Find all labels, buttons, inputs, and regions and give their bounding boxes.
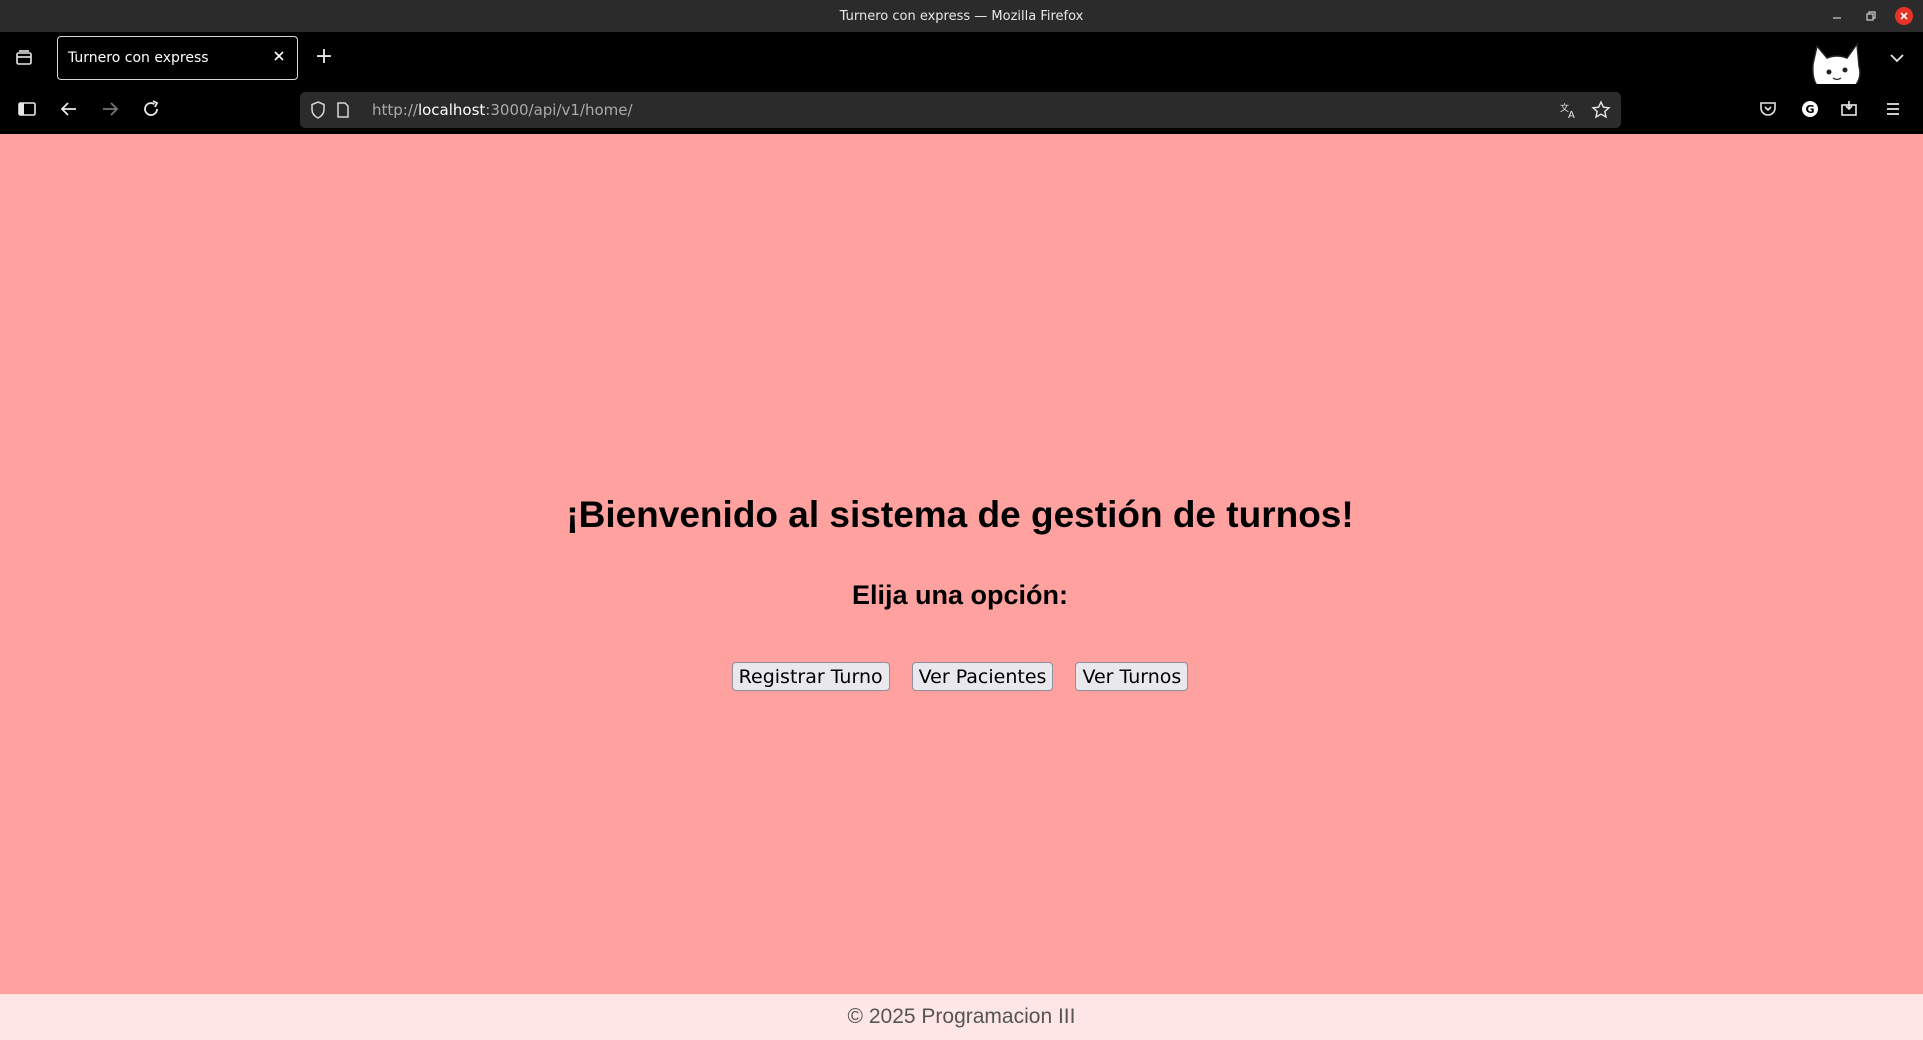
bookmark-star-icon[interactable] [1591, 100, 1611, 120]
page-title: ¡Bienvenido al sistema de gestión de tur… [566, 494, 1354, 535]
tab-strip: Turnero con express + [0, 32, 1923, 113]
grammarly-extension-icon[interactable]: G [1798, 97, 1822, 121]
window-controls [1827, 6, 1913, 26]
navigation-toolbar: http://localhost:3000/api/v1/home/ 文A G [0, 84, 1923, 134]
forward-arrow-icon[interactable] [98, 97, 122, 121]
registrar-turno-button[interactable]: Registrar Turno [731, 662, 890, 691]
window-titlebar: Turnero con express — Mozilla Firefox [0, 0, 1923, 32]
footer-copyright: © 2025 Programacion III [847, 1005, 1076, 1028]
reload-icon[interactable] [139, 97, 163, 121]
tab-active[interactable]: Turnero con express [57, 36, 298, 80]
tab-manager-icon[interactable] [12, 46, 36, 70]
window-title: Turnero con express — Mozilla Firefox [839, 8, 1084, 24]
hamburger-menu-icon[interactable] [1881, 97, 1905, 121]
page-content: ¡Bienvenido al sistema de gestión de tur… [0, 134, 1923, 994]
url-path: :3000/api/v1/home/ [485, 101, 633, 119]
tab-title: Turnero con express [68, 50, 209, 66]
translate-icon[interactable]: 文A [1559, 100, 1579, 121]
page-footer: © 2025 Programacion III [0, 994, 1923, 1040]
minimize-icon[interactable] [1827, 6, 1847, 26]
restore-icon[interactable] [1861, 6, 1881, 26]
extensions-icon[interactable] [1837, 97, 1861, 121]
url-prefix: http:// [372, 101, 418, 119]
sidebar-toggle-icon[interactable] [15, 97, 39, 121]
close-icon[interactable] [1895, 7, 1913, 25]
page-info-icon[interactable] [333, 100, 353, 120]
url-bar[interactable]: http://localhost:3000/api/v1/home/ 文A [300, 92, 1621, 128]
browser-window: Turnero con express — Mozilla Firefox Tu… [0, 0, 1923, 1040]
svg-text:A: A [1568, 110, 1575, 120]
url-host: localhost [417, 101, 486, 119]
list-all-tabs-chevron-icon[interactable] [1885, 46, 1909, 70]
ver-pacientes-button[interactable]: Ver Pacientes [911, 662, 1054, 691]
page-subtitle: Elija una opción: [851, 580, 1068, 610]
ver-turnos-button[interactable]: Ver Turnos [1075, 662, 1189, 691]
tracking-protection-shield-icon[interactable] [308, 100, 328, 120]
back-arrow-icon[interactable] [57, 97, 81, 121]
tab-close-icon[interactable] [271, 50, 287, 66]
svg-text:G: G [1806, 103, 1815, 116]
options-button-group: Registrar Turno Ver Pacientes Ver Turnos [0, 662, 1920, 691]
new-tab-button[interactable]: + [312, 46, 336, 70]
url-text[interactable]: http://localhost:3000/api/v1/home/ [372, 101, 633, 119]
pocket-icon[interactable] [1756, 97, 1780, 121]
